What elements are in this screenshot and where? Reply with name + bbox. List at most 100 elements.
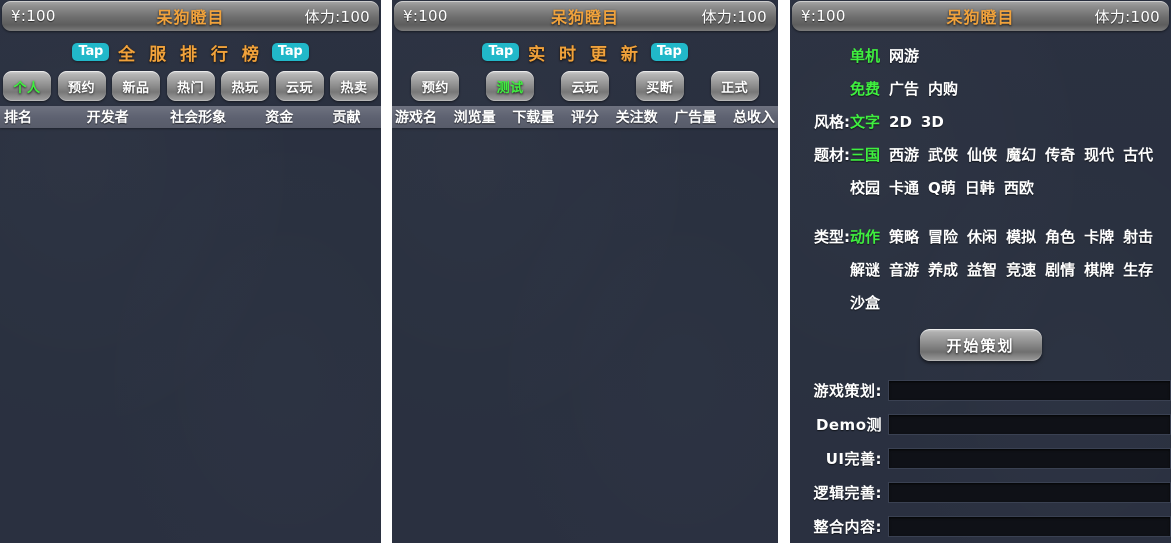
option-free[interactable]: 免费 — [850, 78, 880, 99]
tap-badge-icon-left: Tap — [482, 43, 520, 61]
titlebar: ¥:100 呆狗瞪目 体力:100 — [394, 1, 776, 31]
panel-global-ranking: ¥:100 呆狗瞪目 体力:100 Tap 全 服 排 行 榜 Tap 个人 预… — [0, 0, 381, 543]
tab-official[interactable]: 正式 — [710, 71, 759, 101]
ranking-tab-row: 个人 预约 新品 热门 热玩 云玩 热卖 — [0, 71, 381, 101]
option-genre-story[interactable]: 剧情 — [1045, 259, 1075, 280]
option-standalone[interactable]: 单机 — [850, 45, 880, 66]
progress-row: 逻辑完善: — [790, 475, 1171, 509]
titlebar: ¥:100 呆狗瞪目 体力:100 — [792, 1, 1169, 31]
option-row-genre-3: 沙盒 — [790, 286, 1171, 319]
option-style-3d[interactable]: 3D — [921, 113, 944, 131]
progress-bar-ui-polish — [888, 447, 1171, 469]
screenshot-root: ¥:100 呆狗瞪目 体力:100 Tap 全 服 排 行 榜 Tap 个人 预… — [0, 0, 1171, 543]
banner-title: 实 时 更 新 — [528, 44, 642, 65]
option-theme-rihan[interactable]: 日韩 — [965, 177, 995, 198]
column-funds: 资金 — [265, 110, 294, 126]
banner-title: 全 服 排 行 榜 — [118, 44, 263, 65]
option-theme-xiou[interactable]: 西欧 — [1004, 177, 1034, 198]
option-genre-brain[interactable]: 益智 — [967, 259, 997, 280]
progress-label-game-design: 游戏策划: — [813, 381, 882, 400]
progress-bar-demo-test — [888, 413, 1171, 435]
option-theme-xianxia[interactable]: 仙侠 — [967, 144, 997, 165]
progress-row: Demo测 — [790, 407, 1171, 441]
option-label-genre: 类型: — [814, 228, 850, 246]
progress-label-integrate: 整合内容: — [813, 517, 882, 536]
option-theme-xiaoyuan[interactable]: 校园 — [850, 177, 880, 198]
option-genre-sandbox[interactable]: 沙盒 — [850, 292, 880, 313]
tab-reserve[interactable]: 预约 — [411, 71, 460, 101]
tap-badge-icon-right: Tap — [271, 43, 309, 61]
option-genre-racing[interactable]: 竞速 — [1006, 259, 1036, 280]
option-label-style: 风格: — [814, 113, 850, 131]
tab-cloud-play[interactable]: 云玩 — [275, 71, 324, 101]
option-genre-adventure[interactable]: 冒险 — [928, 226, 958, 247]
tap-badge-icon-left: Tap — [72, 43, 110, 61]
option-style-2d[interactable]: 2D — [889, 113, 912, 131]
option-iap[interactable]: 内购 — [928, 78, 958, 99]
ranking-list-body[interactable] — [0, 128, 381, 543]
tab-new[interactable]: 新品 — [112, 71, 160, 101]
option-genre-music[interactable]: 音游 — [889, 259, 919, 280]
progress-row: UI完善: — [790, 441, 1171, 475]
option-theme-katong[interactable]: 卡通 — [889, 177, 919, 198]
panel-divider-1 — [381, 0, 392, 543]
tab-hot[interactable]: 热门 — [166, 71, 215, 101]
progress-bar-logic-polish — [888, 481, 1171, 503]
option-ads[interactable]: 广告 — [889, 78, 919, 99]
option-theme-qmeng[interactable]: Q萌 — [928, 177, 956, 198]
option-groups: 单机 网游 免费 广告 内购 风格: 文字 2D 3D 题材: 三国 西游 武侠… — [790, 31, 1171, 319]
column-followers: 关注数 — [615, 110, 658, 126]
option-genre-puzzle[interactable]: 解谜 — [850, 259, 880, 280]
option-genre-raising[interactable]: 养成 — [928, 259, 958, 280]
update-list-body[interactable] — [392, 128, 778, 543]
option-genre-card[interactable]: 卡牌 — [1084, 226, 1114, 247]
option-genre-strategy[interactable]: 策略 — [889, 226, 919, 247]
option-genre-survival[interactable]: 生存 — [1123, 259, 1153, 280]
option-row-genre-2: 解谜 音游 养成 益智 竞速 剧情 棋牌 生存 — [790, 253, 1171, 286]
option-genre-action[interactable]: 动作 — [850, 226, 880, 247]
option-theme-chuanqi[interactable]: 传奇 — [1045, 144, 1075, 165]
progress-label-ui-polish: UI完善: — [825, 449, 882, 468]
column-total-revenue: 总收入 — [732, 110, 775, 126]
option-row-platform: 单机 网游 — [790, 39, 1171, 72]
column-rank: 排名 — [4, 110, 32, 126]
tab-personal[interactable]: 个人 — [3, 71, 51, 101]
tab-testing[interactable]: 测试 — [486, 71, 535, 101]
tab-cloud-play[interactable]: 云玩 — [560, 71, 609, 101]
option-online[interactable]: 网游 — [889, 45, 919, 66]
column-game-name: 游戏名 — [395, 110, 437, 126]
option-style-text[interactable]: 文字 — [850, 111, 880, 132]
tab-buyout[interactable]: 买断 — [635, 71, 684, 101]
option-genre-simulation[interactable]: 模拟 — [1006, 226, 1036, 247]
option-genre-shooter[interactable]: 射击 — [1123, 226, 1153, 247]
option-genre-board[interactable]: 棋牌 — [1084, 259, 1114, 280]
option-theme-sanguo[interactable]: 三国 — [850, 144, 880, 165]
option-row-style: 风格: 文字 2D 3D — [790, 105, 1171, 138]
tab-best-seller[interactable]: 热卖 — [330, 71, 378, 101]
option-theme-xiyou[interactable]: 西游 — [889, 144, 919, 165]
option-theme-wuxia[interactable]: 武侠 — [928, 144, 958, 165]
banner-realtime-update: Tap 实 时 更 新 Tap — [392, 39, 778, 65]
update-tab-row: 预约 测试 云玩 买断 正式 — [392, 71, 778, 101]
tab-reserve[interactable]: 预约 — [57, 71, 106, 101]
start-planning-button[interactable]: 开始策划 — [919, 329, 1042, 361]
column-social-image: 社会形象 — [170, 110, 227, 126]
option-theme-mohuan[interactable]: 魔幻 — [1006, 144, 1036, 165]
panel-game-planner: ¥:100 呆狗瞪目 体力:100 单机 网游 免费 广告 内购 风格: 文字 — [790, 0, 1171, 543]
tab-hot-play[interactable]: 热玩 — [221, 71, 269, 101]
energy-label: 体力:100 — [304, 7, 370, 26]
option-row-theme-1: 题材: 三国 西游 武侠 仙侠 魔幻 传奇 现代 古代 — [790, 138, 1171, 171]
option-row-monetization: 免费 广告 内购 — [790, 72, 1171, 105]
option-row-theme-2: 校园 卡通 Q萌 日韩 西欧 — [790, 171, 1171, 204]
money-label: ¥:100 — [801, 7, 846, 25]
energy-label: 体力:100 — [701, 7, 767, 26]
column-ad-volume: 广告量 — [674, 110, 717, 126]
option-theme-gudai[interactable]: 古代 — [1123, 144, 1153, 165]
tap-badge-icon-right: Tap — [650, 43, 688, 61]
progress-bar-game-design — [888, 379, 1171, 401]
option-genre-rpg[interactable]: 角色 — [1045, 226, 1075, 247]
titlebar: ¥:100 呆狗瞪目 体力:100 — [2, 1, 379, 31]
option-theme-xiandai[interactable]: 现代 — [1084, 144, 1114, 165]
option-genre-casual[interactable]: 休闲 — [967, 226, 997, 247]
panel-divider-2 — [778, 0, 790, 543]
